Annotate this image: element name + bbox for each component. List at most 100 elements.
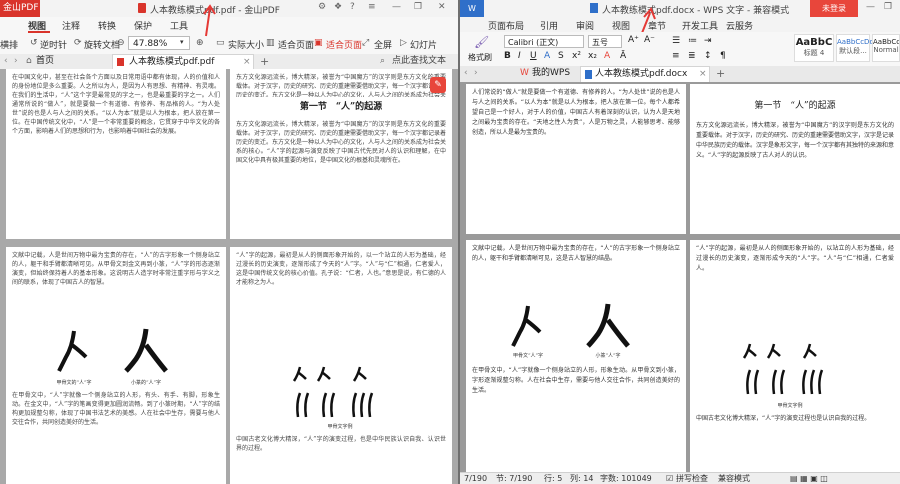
bullet-list-icon[interactable]: ☰ — [672, 36, 680, 46]
skin-icon[interactable]: ❖ — [334, 2, 342, 12]
zoom-out-icon[interactable]: ⊖ — [117, 38, 125, 48]
pdf-page-1-left: 在中国文化中，甚至在社会各个方面以及日常用语中都有体现，人的价值和人的身份地位是… — [6, 69, 226, 239]
nav-forward-icon[interactable]: › — [14, 54, 18, 69]
close-icon[interactable]: ✕ — [438, 2, 446, 12]
slideshow-icon[interactable]: ▷ — [400, 38, 407, 48]
tab-document[interactable]: 人本教练模式pdf.pdf × — [112, 54, 254, 69]
pdf-app-menu-button[interactable]: 金山PDF — [0, 0, 40, 17]
status-section: 节: 7/190 — [496, 474, 533, 483]
style-heading4-name: 标题 4 — [803, 49, 825, 57]
restore-icon[interactable]: ❐ — [414, 2, 422, 12]
fit-page-button[interactable]: 适合页面 — [326, 38, 362, 51]
read-mode-button[interactable]: 横排 — [0, 38, 18, 51]
format-painter-icon[interactable]: 🖌 — [474, 35, 489, 49]
style-default-name: 默认段... — [839, 47, 867, 55]
subscript-icon[interactable]: x₂ — [588, 51, 597, 61]
wps-seal-script-ren-glyph — [586, 303, 630, 348]
italic-icon[interactable]: I — [518, 51, 521, 61]
highlight-icon[interactable]: A — [604, 51, 610, 61]
bold-icon[interactable]: B — [504, 51, 511, 61]
menu-icon[interactable]: ≡ — [368, 2, 376, 12]
fit-page-icon[interactable]: ▥ — [266, 38, 275, 48]
rotate-ccw-button[interactable]: 逆时针 — [40, 38, 67, 51]
indent-icon[interactable]: ⇥ — [704, 36, 712, 46]
pdf-page-2-right: “人”字的起源，最初是从人的侧面形象开始的，以一个站立的人形为基础，经过漫长的历… — [230, 247, 452, 484]
rotate-doc-button[interactable]: 旋转文档 — [84, 38, 120, 51]
line-spacing-icon[interactable]: ↕ — [704, 51, 712, 61]
menu-convert[interactable]: 转换 — [98, 19, 116, 32]
format-painter-label[interactable]: 格式刷 — [468, 52, 492, 63]
status-spell-icon[interactable]: ☑ — [666, 473, 673, 484]
style-normal[interactable]: AaBbCc Normal — [872, 34, 900, 62]
wps-restore-icon[interactable]: ❐ — [884, 2, 892, 12]
menu-tools[interactable]: 工具 — [170, 19, 188, 32]
view-mode-icons[interactable]: ▤ ▦ ▣ ◫ — [790, 473, 828, 484]
home-icon[interactable]: ⌂ — [26, 54, 32, 69]
paragraph-icon[interactable]: ¶ — [720, 51, 726, 61]
quick-tool-icon[interactable]: ✎ — [430, 77, 446, 93]
seal-script-ren-glyph — [124, 328, 168, 373]
fit-page-active-icon[interactable]: ▣ — [314, 38, 323, 48]
wps-document-area[interactable]: 人们常说的“做人”就是要做一个有道德、有修养的人。“为人处世”说的也是人与人之间… — [460, 82, 900, 472]
status-col: 列: 14 — [570, 474, 594, 483]
superscript-icon[interactable]: x² — [572, 51, 581, 61]
tab-close-icon[interactable]: × — [243, 55, 251, 70]
status-words[interactable]: 字数: 101049 — [600, 473, 652, 484]
menu-developer[interactable]: 开发工具 — [682, 19, 718, 32]
tab-home[interactable]: 首页 — [36, 54, 54, 69]
mywps-icon[interactable]: W — [520, 66, 529, 81]
tab-mywps[interactable]: 我的WPS — [532, 66, 570, 81]
new-tab-icon[interactable]: + — [260, 54, 269, 69]
settings-icon[interactable]: ⚙ — [318, 2, 326, 12]
oracle-bone-ren-glyph — [57, 330, 88, 372]
help-icon[interactable]: ? — [350, 2, 355, 12]
rotate-doc-icon[interactable]: ⟳ — [74, 38, 82, 48]
minimize-icon[interactable]: — — [392, 2, 401, 12]
menu-annotate[interactable]: 注释 — [62, 19, 80, 32]
wps-app-menu-button[interactable]: W — [460, 0, 484, 17]
wps-new-tab-icon[interactable]: + — [716, 66, 725, 81]
find-text-input[interactable]: 点此查找文本 — [392, 54, 446, 69]
fullscreen-icon[interactable]: ⤢ — [362, 38, 369, 48]
style-default[interactable]: AaBbCcDd 默认段... — [836, 34, 874, 62]
shrink-font-icon[interactable]: A⁻ — [644, 35, 655, 45]
zoom-dropdown-icon[interactable]: ▾ — [180, 38, 184, 46]
status-page[interactable]: 7/190 — [464, 473, 487, 484]
grow-font-icon[interactable]: A⁺ — [628, 35, 639, 45]
menu-reference[interactable]: 引用 — [540, 19, 558, 32]
actual-size-button[interactable]: 实际大小 — [228, 38, 264, 51]
numbered-list-icon[interactable]: ≔ — [688, 36, 697, 46]
wps-page-2-right: “人”字的起源，最初是从人的侧面形象开始的，以站立的人形为基础，经过漫长的历史演… — [690, 240, 900, 472]
wps-nav-forward-icon[interactable]: › — [474, 66, 478, 81]
status-row: 行: 5 — [544, 474, 563, 483]
char-shading-icon[interactable]: Ā — [620, 51, 626, 61]
search-icon[interactable]: ⌕ — [380, 54, 385, 69]
fit-width-button[interactable]: 适合页面 — [278, 38, 314, 51]
menu-cloud[interactable]: 云服务 — [726, 19, 753, 32]
wps-logo-icon: W — [468, 4, 476, 13]
underline-icon[interactable]: U — [530, 51, 537, 61]
wps-minimize-icon[interactable]: — — [866, 2, 875, 12]
login-button[interactable]: 未登录 — [810, 0, 858, 17]
nav-back-icon[interactable]: ‹ — [4, 54, 8, 69]
menu-view[interactable]: 视图 — [612, 19, 630, 32]
wps-section-heading: 第一节 “人”的起源 — [754, 101, 836, 111]
status-spell[interactable]: 拼写检查 — [676, 473, 708, 484]
tab-wps-document[interactable]: 人本教练模式pdf.docx × — [580, 66, 710, 82]
style-heading4[interactable]: AaBbC 标题 4 — [794, 34, 834, 62]
font-family-select[interactable]: Calibri (正文) — [504, 35, 584, 48]
slideshow-button[interactable]: 幻灯片 — [410, 38, 437, 51]
font-color-icon[interactable]: A — [544, 51, 550, 61]
menu-review[interactable]: 审阅 — [576, 19, 594, 32]
wps-tab-close-icon[interactable]: × — [699, 67, 707, 82]
pdf-viewer[interactable]: 在中国文化中，甚至在社会各个方面以及日常用语中都有体现，人的价值和人的身份地位是… — [0, 69, 458, 484]
align-left-icon[interactable]: ≡ — [672, 51, 680, 61]
align-center-icon[interactable]: ≣ — [688, 51, 696, 61]
fullscreen-button[interactable]: 全屏 — [374, 38, 392, 51]
strikethrough-icon[interactable]: S — [558, 51, 564, 61]
rotate-ccw-icon[interactable]: ↺ — [30, 38, 38, 48]
menu-protect[interactable]: 保护 — [134, 19, 152, 32]
menu-layout[interactable]: 页面布局 — [488, 19, 524, 32]
font-size-select[interactable]: 五号 — [588, 35, 622, 48]
wps-nav-back-icon[interactable]: ‹ — [464, 66, 468, 81]
